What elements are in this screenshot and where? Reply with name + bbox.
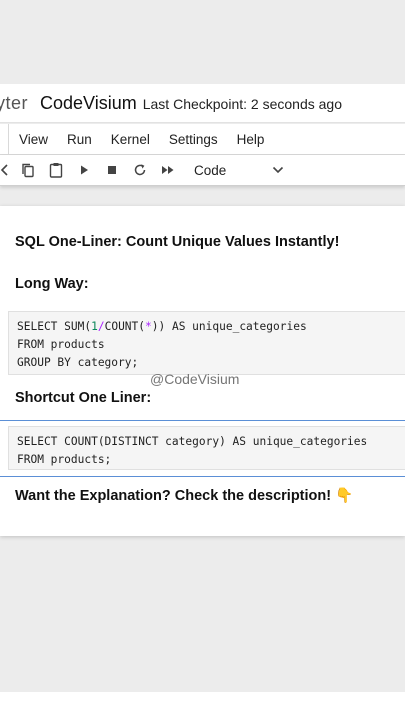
cell-type-value: Code (194, 162, 227, 178)
cell-selection-border-top (0, 420, 405, 421)
code-cell-short[interactable]: SELECT COUNT(DISTINCT category) AS uniqu… (8, 426, 405, 470)
code-number: 1 (91, 320, 98, 333)
notebook-header: yter CodeVisium Last Checkpoint: 2 secon… (0, 84, 405, 123)
menu-run[interactable]: Run (67, 132, 92, 147)
chevron-down-icon (272, 166, 284, 174)
fast-forward-icon[interactable] (154, 155, 182, 185)
menu-settings[interactable]: Settings (169, 132, 218, 147)
restart-icon[interactable] (126, 155, 154, 185)
markdown-title[interactable]: SQL One-Liner: Count Unique Values Insta… (15, 234, 339, 250)
menu-help[interactable]: Help (237, 132, 265, 147)
code-line: FROM products (17, 338, 105, 351)
markdown-long-way[interactable]: Long Way: (15, 276, 89, 292)
markdown-shortcut[interactable]: Shortcut One Liner: (15, 390, 151, 406)
code-text: SELECT SUM( (17, 320, 92, 333)
paste-icon[interactable] (42, 155, 70, 185)
code-line: GROUP BY category; (17, 356, 139, 369)
bottom-strip (0, 692, 405, 720)
code-text: )) AS unique_categories (151, 320, 307, 333)
code-line: SELECT COUNT(DISTINCT category) AS uniqu… (17, 435, 368, 448)
run-icon[interactable] (70, 155, 98, 185)
cut-icon[interactable] (0, 155, 14, 185)
notebook-title[interactable]: CodeVisium (40, 93, 137, 114)
watermark: @CodeVisium (150, 371, 240, 387)
cell-selection-border-bottom (0, 476, 405, 477)
markdown-explanation[interactable]: Want the Explanation? Check the descript… (15, 487, 353, 504)
menu-kernel[interactable]: Kernel (111, 132, 150, 147)
menu-edge (0, 124, 9, 154)
code-line: FROM products; (17, 453, 112, 466)
copy-icon[interactable] (14, 155, 42, 185)
code-text: COUNT( (104, 320, 146, 333)
code-cell-long[interactable]: SELECT SUM(1/COUNT(*)) AS unique_categor… (8, 311, 405, 375)
code-operator: * (145, 320, 152, 333)
code-operator: / (97, 320, 105, 333)
checkpoint-status: Last Checkpoint: 2 seconds ago (142, 96, 342, 112)
jupyter-logo-text[interactable]: yter (0, 93, 28, 114)
cell-type-select[interactable]: Code (194, 163, 284, 178)
menu-view[interactable]: View (19, 132, 48, 147)
notebook-toolbar: Code (0, 155, 405, 186)
stop-icon[interactable] (98, 155, 126, 185)
menu-bar: View Run Kernel Settings Help (0, 124, 405, 155)
